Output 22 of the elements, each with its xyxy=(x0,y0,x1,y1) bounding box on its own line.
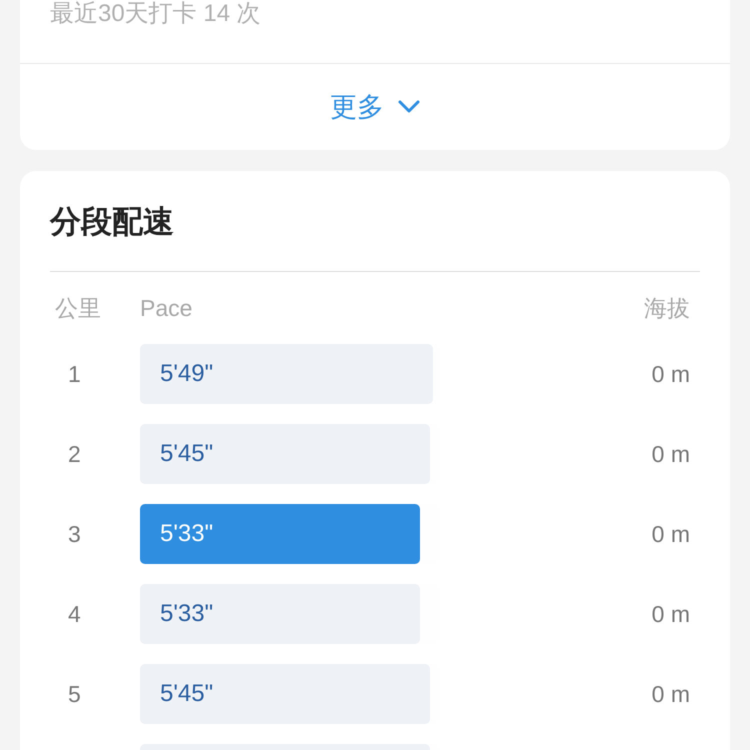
card-title: 分段配速 xyxy=(50,203,174,242)
pace-bar: 5'33" xyxy=(140,584,420,644)
elevation-value: 0 m xyxy=(652,440,691,469)
chevron-down-icon xyxy=(398,100,420,114)
more-button[interactable]: 更多 xyxy=(330,86,420,128)
kilometer-number: 5 xyxy=(67,680,82,709)
kilometer-number: 2 xyxy=(67,440,82,469)
column-header: 公里 xyxy=(54,294,102,323)
elevation-value: 0 m xyxy=(652,520,691,549)
column-header: Pace xyxy=(140,294,194,323)
pace-bar: 5'49" xyxy=(140,344,434,404)
kilometer-number: 1 xyxy=(67,360,82,389)
checkin-count-text: 最近30天打卡 14 次 xyxy=(50,1,261,27)
pace-bar: 5'45" xyxy=(140,424,430,484)
column-header: 海拔 xyxy=(644,294,691,323)
elevation-value: 0 m xyxy=(652,360,691,389)
elevation-value: 0 m xyxy=(652,680,691,709)
kilometer-number: 4 xyxy=(67,600,82,629)
pace-bar: 5'33" xyxy=(140,504,420,564)
elevation-value: 0 m xyxy=(652,600,691,629)
pace-bar: 5'45" xyxy=(140,664,430,724)
kilometer-number: 3 xyxy=(67,520,82,549)
